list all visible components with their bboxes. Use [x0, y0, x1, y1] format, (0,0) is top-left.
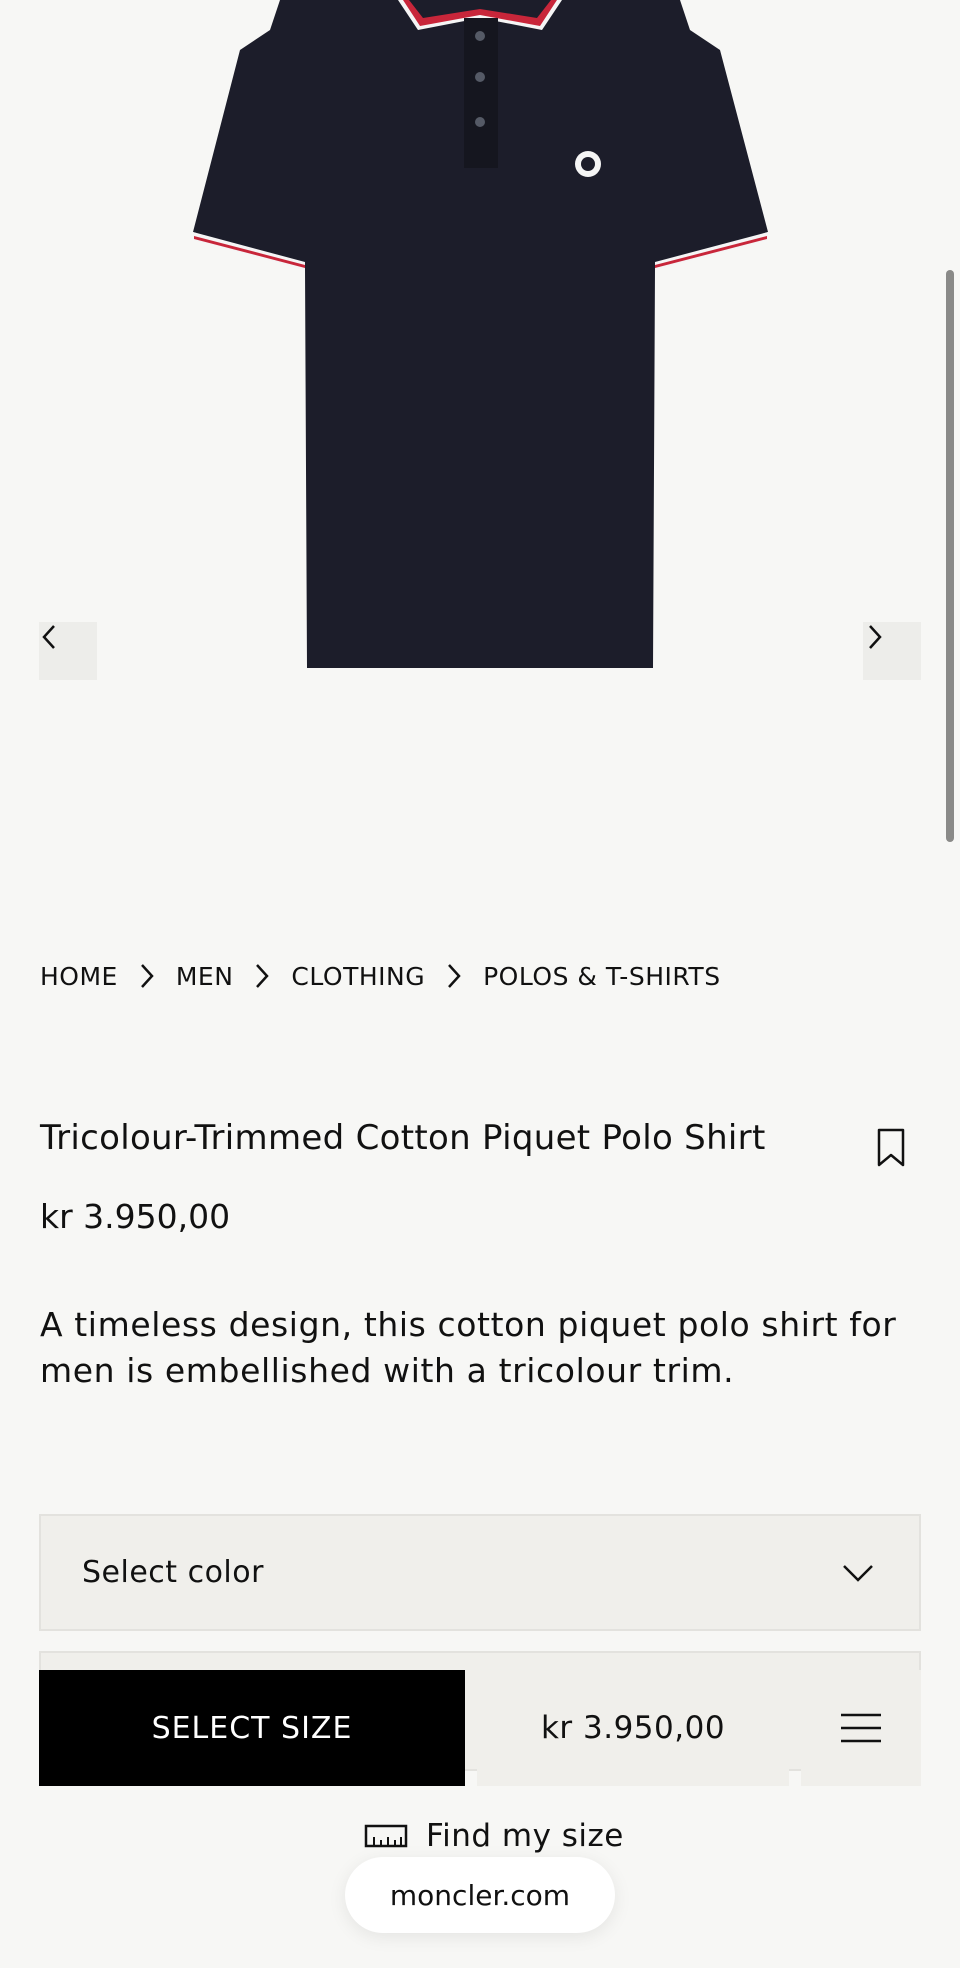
bookmark-icon [877, 1128, 905, 1167]
breadcrumb-home[interactable]: HOME [40, 962, 118, 991]
sticky-price: kr 3.950,00 [477, 1670, 789, 1786]
select-size-button[interactable]: SELECT SIZE [39, 1670, 465, 1786]
polo-shirt-image [193, 0, 768, 668]
product-price: kr 3.950,00 [40, 1197, 231, 1236]
sticky-add-bar: SELECT SIZE kr 3.950,00 [39, 1670, 921, 1786]
chevron-right-icon [445, 961, 463, 991]
color-select-label: Select color [82, 1555, 264, 1590]
menu-button[interactable] [801, 1670, 921, 1786]
find-my-size-label: Find my size [426, 1818, 624, 1854]
chevron-right-icon [869, 625, 882, 649]
browser-url-bar[interactable]: moncler.com [345, 1857, 615, 1933]
chevron-right-icon [253, 961, 271, 991]
wishlist-button[interactable] [872, 1126, 910, 1170]
find-my-size-link[interactable]: Find my size [364, 1814, 624, 1858]
breadcrumb-polos-tshirts[interactable]: POLOS & T-SHIRTS [483, 962, 720, 991]
chevron-left-icon [42, 625, 55, 649]
product-title: Tricolour-Trimmed Cotton Piquet Polo Shi… [40, 1118, 766, 1158]
hamburger-icon [841, 1713, 881, 1743]
product-description: A timeless design, this cotton piquet po… [40, 1305, 897, 1390]
color-select[interactable]: Select color [39, 1514, 921, 1631]
chevron-right-icon [138, 961, 156, 991]
breadcrumb-clothing[interactable]: CLOTHING [291, 962, 425, 991]
gallery-next-button[interactable] [863, 622, 921, 680]
page-scrollbar[interactable] [946, 270, 954, 842]
chevron-down-icon [843, 1564, 873, 1582]
gallery-prev-button[interactable] [39, 622, 97, 680]
ruler-icon [364, 1824, 408, 1848]
breadcrumb: HOME MEN CLOTHING POLOS & T-SHIRTS [40, 956, 721, 996]
breadcrumb-men[interactable]: MEN [176, 962, 234, 991]
product-image [0, 0, 960, 880]
